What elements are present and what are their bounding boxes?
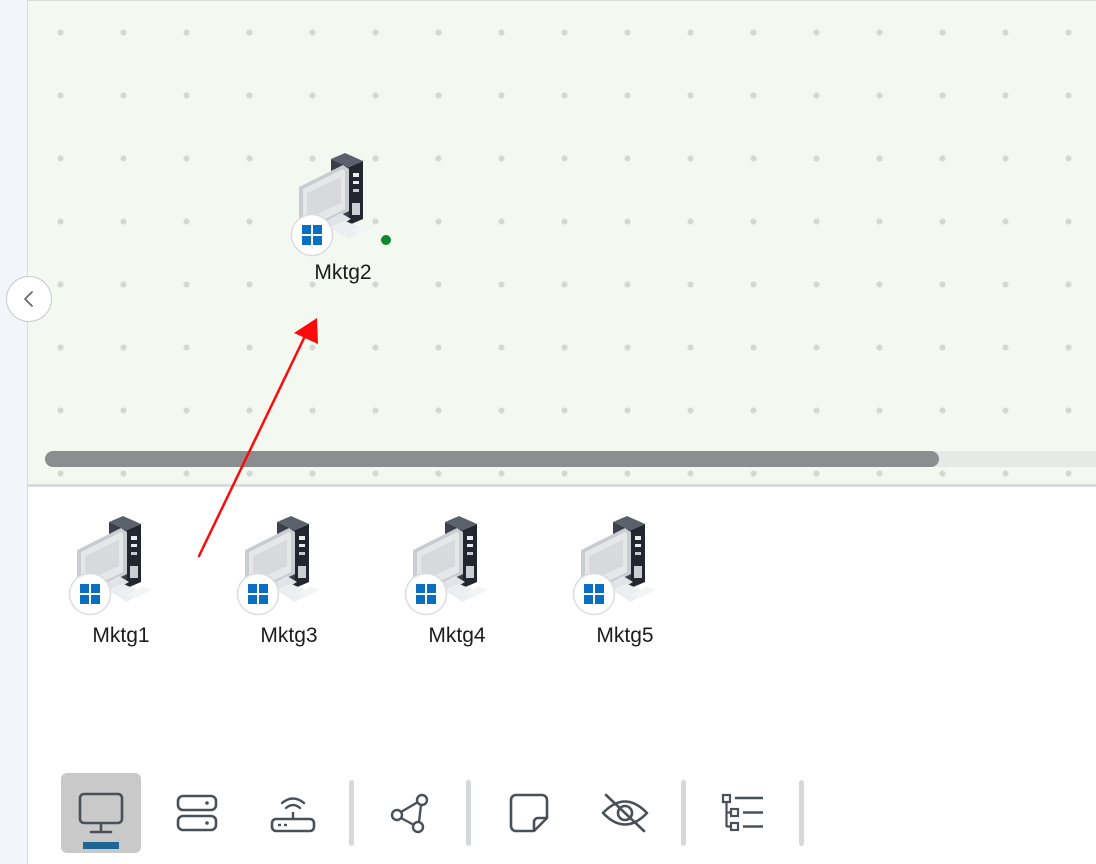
tree-list-icon <box>721 793 763 832</box>
left-rail <box>0 0 28 864</box>
chevron-left-icon <box>24 291 33 307</box>
tray-device-mktg3[interactable]: Mktg3 <box>224 516 354 648</box>
tool-hide[interactable] <box>585 773 665 853</box>
device-label: Mktg5 <box>596 624 654 647</box>
monitor-icon <box>78 792 124 834</box>
tool-tree-view[interactable] <box>703 773 783 853</box>
tool-servers[interactable] <box>157 773 237 853</box>
windows-logo-icon <box>68 572 112 616</box>
status-online-indicator <box>381 235 391 245</box>
tool-connections[interactable] <box>370 773 450 853</box>
network-canvas[interactable]: Mktg2 <box>28 0 1096 484</box>
tray-device-mktg5[interactable]: Mktg5 <box>560 516 690 648</box>
desktop-computer-icon <box>71 516 171 616</box>
tray-device-mktg1[interactable]: Mktg1 <box>56 516 186 648</box>
device-label: Mktg3 <box>260 624 318 647</box>
desktop-computer-icon <box>239 516 339 616</box>
toolbar-separator <box>466 780 471 846</box>
toolbar-separator <box>681 780 686 846</box>
windows-logo-icon <box>572 572 616 616</box>
collapse-panel-button[interactable] <box>6 276 52 322</box>
desktop-computer-icon <box>407 516 507 616</box>
router-icon <box>270 797 316 833</box>
tool-computers[interactable] <box>61 773 141 853</box>
device-label: Mktg2 <box>314 261 372 284</box>
windows-logo-icon <box>236 572 280 616</box>
device-label: Mktg1 <box>92 624 150 647</box>
tool-network-devices[interactable] <box>253 773 333 853</box>
toolbar-separator <box>799 780 804 846</box>
desktop-computer-icon <box>575 516 675 616</box>
horizontal-scrollbar-thumb[interactable] <box>45 451 939 467</box>
desktop-computer-icon <box>293 153 393 253</box>
eye-off-icon <box>601 793 649 833</box>
horizontal-scrollbar-track[interactable] <box>45 451 1096 467</box>
connection-icon <box>390 793 429 834</box>
toolbar-separator <box>349 780 354 846</box>
device-label: Mktg4 <box>428 624 486 647</box>
windows-logo-icon <box>290 213 334 257</box>
canvas-device-mktg2[interactable]: Mktg2 <box>278 153 408 285</box>
panel-divider <box>28 484 1096 487</box>
note-icon <box>509 793 549 833</box>
windows-logo-icon <box>404 572 448 616</box>
tool-notes[interactable] <box>489 773 569 853</box>
bottom-toolbar <box>0 770 1096 860</box>
server-icon <box>176 794 218 832</box>
tray-device-mktg4[interactable]: Mktg4 <box>392 516 522 648</box>
